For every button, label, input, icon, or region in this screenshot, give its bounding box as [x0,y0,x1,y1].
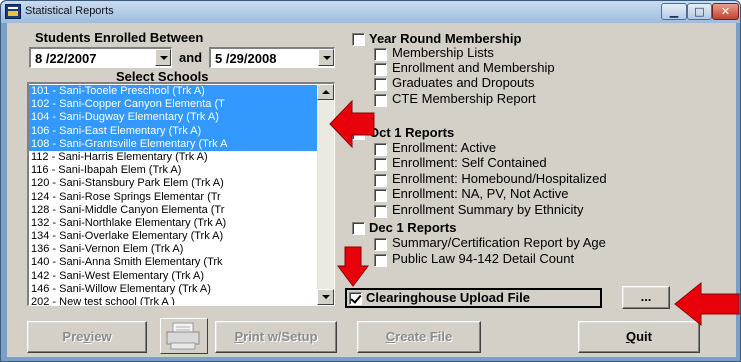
school-list-item[interactable]: 108 - Sani-Grantsville Elementary (Trk A [29,137,317,151]
minimize-button[interactable]: ▁ [661,3,687,20]
school-list-item[interactable]: 120 - Sani-Stansbury Park Elem (Trk A) [29,177,317,190]
school-list-item[interactable]: 124 - Sani-Rose Springs Elementar (Tr [29,191,317,204]
print-setup-button[interactable]: Print w/Setup [215,321,337,353]
public-law-checkbox[interactable] [374,254,387,267]
school-list-item[interactable]: 140 - Sani-Anna Smith Elementary (Trk [29,256,317,269]
clearinghouse-label: Clearinghouse Upload File [366,290,530,305]
enroll-active-label: Enrollment: Active [392,140,497,155]
annotation-arrow-left-2-icon [674,281,740,327]
school-list-item[interactable]: 102 - Sani-Copper Canyon Elementa (T [29,98,317,112]
statistical-reports-window: Statistical Reports ▁ □ ✕ Students Enrol… [0,0,741,362]
enroll-summary-label: Enrollment Summary by Ethnicity [392,202,584,217]
school-list-item[interactable]: 136 - Sani-Vernon Elem (Trk A) [29,243,317,256]
oct1-label: Oct 1 Reports [369,125,455,140]
dialog-body: Students Enrolled Between 8 /22/2007 and… [7,23,736,357]
scroll-down-icon[interactable] [317,289,334,305]
membership-lists-checkbox[interactable] [374,48,387,61]
school-list: 101 - Sani-Tooele Preschool (Trk A) 102 -… [29,85,317,305]
dec1-checkbox[interactable] [352,222,365,235]
end-date-value: 5 /29/2008 [215,51,277,66]
school-list-item[interactable]: 101 - Sani-Tooele Preschool (Trk A) [29,85,317,99]
year-round-checkbox[interactable] [352,33,365,46]
enroll-self-checkbox[interactable] [374,158,387,171]
school-list-item[interactable]: 142 - Sani-West Elementary (Trk A) [29,270,317,283]
start-date-dropdown-icon[interactable] [155,49,171,66]
students-enrolled-heading: Students Enrolled Between [35,30,204,45]
dec1-label: Dec 1 Reports [369,220,457,235]
enroll-self-label: Enrollment: Self Contained [392,155,547,170]
maximize-button[interactable]: □ [687,3,712,20]
schools-listbox[interactable]: 101 - Sani-Tooele Preschool (Trk A) 102 -… [27,82,335,306]
enrollment-membership-label: Enrollment and Membership [392,60,555,75]
school-list-item[interactable]: 132 - Sani-Northlake Elementary (Trk A) [29,217,317,230]
school-list-item[interactable]: 202 - New test school (Trk A ) [29,296,317,305]
enroll-homebound-label: Enrollment: Homebound/Hospitalized [392,171,607,186]
enroll-summary-checkbox[interactable] [374,205,387,218]
and-label: and [179,50,203,65]
graduates-dropouts-label: Graduates and Dropouts [392,75,535,90]
school-list-item[interactable]: 146 - Sani-Willow Elementary (Trk A) [29,283,317,296]
annotation-arrow-left-icon [329,99,375,149]
end-date-combo[interactable]: 5 /29/2008 [209,47,335,68]
start-date-combo[interactable]: 8 /22/2007 [29,47,172,68]
enroll-na-label: Enrollment: NA, PV, Not Active [392,186,569,201]
end-date-dropdown-icon[interactable] [318,49,334,66]
app-icon [5,4,21,19]
membership-lists-label: Membership Lists [392,45,494,60]
enroll-na-checkbox[interactable] [374,189,387,202]
cte-membership-label: CTE Membership Report [392,91,536,106]
preview-button[interactable]: Preview [27,321,147,353]
window-title: Statistical Reports [25,5,114,17]
start-date-value: 8 /22/2007 [35,51,97,66]
school-list-item[interactable]: 134 - Sani-Overlake Elementary (Trk A) [29,230,317,243]
graduates-dropouts-checkbox[interactable] [374,78,387,91]
browse-button[interactable]: ... [622,286,670,309]
summary-cert-checkbox[interactable] [374,238,387,251]
school-list-item[interactable]: 116 - Sani-Ibapah Elem (Trk A) [29,164,317,177]
school-list-item[interactable]: 112 - Sani-Harris Elementary (Trk A) [29,151,317,164]
printer-icon [166,322,200,350]
printer-button[interactable] [160,318,208,354]
year-round-label: Year Round Membership [369,31,522,46]
enrollment-membership-checkbox[interactable] [374,63,387,76]
summary-cert-label: Summary/Certification Report by Age [392,235,606,250]
annotation-arrow-down-icon [337,246,369,287]
enroll-homebound-checkbox[interactable] [374,174,387,187]
clearinghouse-checkbox[interactable] [349,292,362,305]
create-file-button[interactable]: Create File [357,321,481,353]
school-list-item[interactable]: 128 - Sani-Middle Canyon Elementa (Tr [29,204,317,217]
school-list-item[interactable]: 104 - Sani-Dugway Elementary (Trk A) [29,111,317,125]
public-law-label: Public Law 94-142 Detail Count [392,251,575,266]
school-list-item[interactable]: 106 - Sani-East Elementary (Trk A) [29,124,317,138]
close-button[interactable]: ✕ [712,3,739,20]
title-bar[interactable]: Statistical Reports ▁ □ ✕ [1,1,740,23]
